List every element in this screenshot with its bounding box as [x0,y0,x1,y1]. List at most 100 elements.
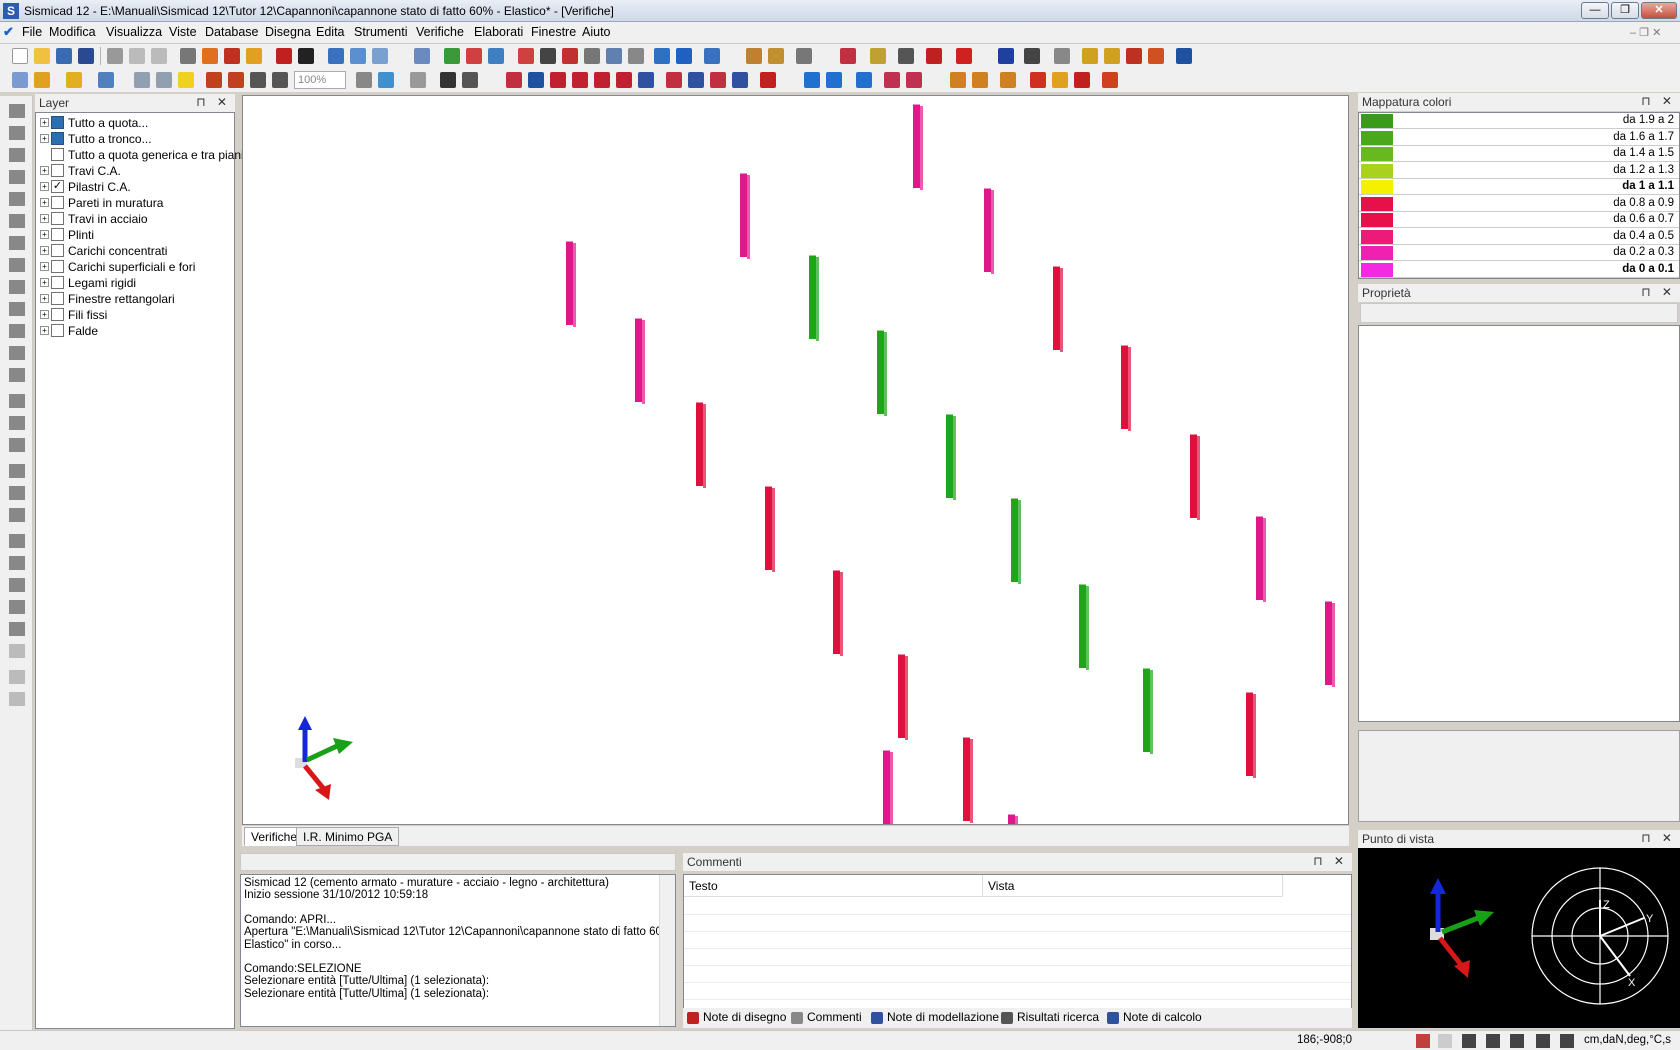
colormap-row[interactable]: da 1.4 a 1.5 [1359,146,1679,162]
expand-icon[interactable]: + [40,294,49,304]
layer-item[interactable]: + Travi C.A. [40,163,121,179]
gear-icon[interactable] [870,48,886,64]
column-element[interactable] [1008,812,1018,900]
foundation-tool2-icon[interactable] [9,416,25,430]
wall-icon[interactable] [616,72,632,88]
tools-icon[interactable] [898,48,914,64]
minimize-button[interactable]: — [1581,2,1609,19]
layer-checkbox[interactable] [51,164,64,178]
layer-checkbox[interactable] [51,148,64,162]
layer-checkbox[interactable] [51,212,64,226]
star-icon[interactable] [66,72,82,88]
expand-icon[interactable]: + [40,198,49,208]
layers2-icon[interactable] [768,48,784,64]
load-tool-icon[interactable] [9,464,25,478]
plate-tool-icon[interactable] [9,170,25,184]
column-tool9-icon[interactable] [9,302,25,316]
layer-checkbox[interactable] [51,292,64,306]
column-element[interactable] [1011,496,1021,584]
layer-item[interactable]: + Travi in acciaio [40,211,148,227]
arrow-icon[interactable] [540,48,556,64]
calculator-icon[interactable] [180,48,196,64]
zoom-in-icon[interactable] [250,72,266,88]
menu-database[interactable]: Database [205,25,259,39]
palette2-icon[interactable] [1052,72,1068,88]
menu-edita[interactable]: Edita [316,25,345,39]
column-tool8-icon[interactable] [9,280,25,294]
menu-file[interactable]: File [22,25,42,39]
open-icon[interactable] [56,48,72,64]
layer-item[interactable]: + ✓ Pilastri C.A. [40,179,131,195]
cross-tool2-icon[interactable] [9,692,25,706]
palette-icon[interactable] [1030,72,1046,88]
expand-icon[interactable]: + [40,134,49,144]
column-element[interactable] [1325,599,1335,687]
section2-icon[interactable] [606,48,622,64]
foundation-tool-icon[interactable] [9,394,25,408]
frame-view-icon[interactable] [550,72,566,88]
osnap-icon[interactable] [1560,1034,1574,1048]
colormap-row[interactable]: da 0.8 a 0.9 [1359,196,1679,212]
plane-icon[interactable] [378,72,394,88]
expand-icon[interactable]: + [40,278,49,288]
column-header-testo[interactable]: Testo [684,875,983,897]
hand-icon[interactable] [1054,48,1070,64]
mode2-icon[interactable] [906,72,922,88]
layer-view-icon[interactable] [12,72,28,88]
column-element[interactable] [984,186,994,274]
colormap-row[interactable]: da 1 a 1.1 [1359,179,1679,195]
column-element[interactable] [809,253,819,341]
layer-checkbox[interactable] [51,116,64,130]
xyz-icon[interactable] [1082,48,1098,64]
column-tool11-icon[interactable] [9,346,25,360]
zoom-icon[interactable] [440,72,456,88]
menu-aiuto[interactable]: Aiuto [582,25,611,39]
section-view-icon[interactable] [506,72,522,88]
restraint-tool4-icon[interactable] [9,600,25,614]
properties-controls[interactable]: ⊓ ✕ [1641,285,1676,299]
redo-icon[interactable] [151,48,167,64]
frame-icon[interactable] [466,48,482,64]
pan-icon[interactable] [356,72,372,88]
mesh3-icon[interactable] [710,72,726,88]
plane2-icon[interactable] [410,72,426,88]
move-icon[interactable] [1024,48,1040,64]
restraint-tool3-icon[interactable] [9,578,25,592]
expand-icon[interactable]: + [40,230,49,240]
pin-icon[interactable] [134,72,150,88]
bulb-status-icon[interactable] [1438,1034,1452,1048]
console-scrollbar[interactable] [659,875,675,1026]
menu-verifiche[interactable]: Verifiche [416,25,464,39]
layer-checkbox[interactable] [51,260,64,274]
column-tool6-icon[interactable] [9,236,25,250]
report2-icon[interactable] [1148,48,1164,64]
column-icon[interactable] [488,48,504,64]
mdi-controls[interactable]: – ❐ ✕ [1630,26,1661,39]
colormap-row[interactable]: da 1.6 a 1.7 [1359,130,1679,146]
zoom-window-icon[interactable] [206,72,222,88]
layer-checkbox[interactable] [51,324,64,338]
tab-note-di-modellazione[interactable]: Note di modellazione [871,1010,999,1027]
expand-icon[interactable]: + [40,246,49,256]
properties-select[interactable] [1360,303,1678,323]
cross-tool-icon[interactable] [9,670,25,684]
viewpoint-controls[interactable]: ⊓ ✕ [1641,831,1676,845]
console-output[interactable]: Sismicad 12 (cemento armato - murature -… [240,874,676,1027]
viewpoint-canvas[interactable]: Z Y X [1358,848,1680,1028]
layer-item[interactable]: + Legami rigidi [40,275,136,291]
section3-icon[interactable] [628,48,644,64]
viewpoint-compass[interactable] [1531,867,1669,1005]
column-element[interactable] [946,412,956,500]
menu-modifica[interactable]: Modifica [49,25,96,39]
truss2-icon[interactable] [972,72,988,88]
layer-item[interactable]: + Finestre rettangolari [40,291,175,307]
load-icon[interactable] [562,48,578,64]
zoom-out-icon[interactable] [272,72,288,88]
menu-viste[interactable]: Viste [169,25,197,39]
ortho-icon[interactable] [1462,1034,1476,1048]
viewport-canvas[interactable] [243,96,1348,900]
layer-item[interactable]: + Carichi superficiali e fori [40,259,195,275]
expand-icon[interactable]: + [40,118,49,128]
open-folder-icon[interactable] [34,48,50,64]
comments-controls[interactable]: ⊓ ✕ [1313,854,1348,868]
